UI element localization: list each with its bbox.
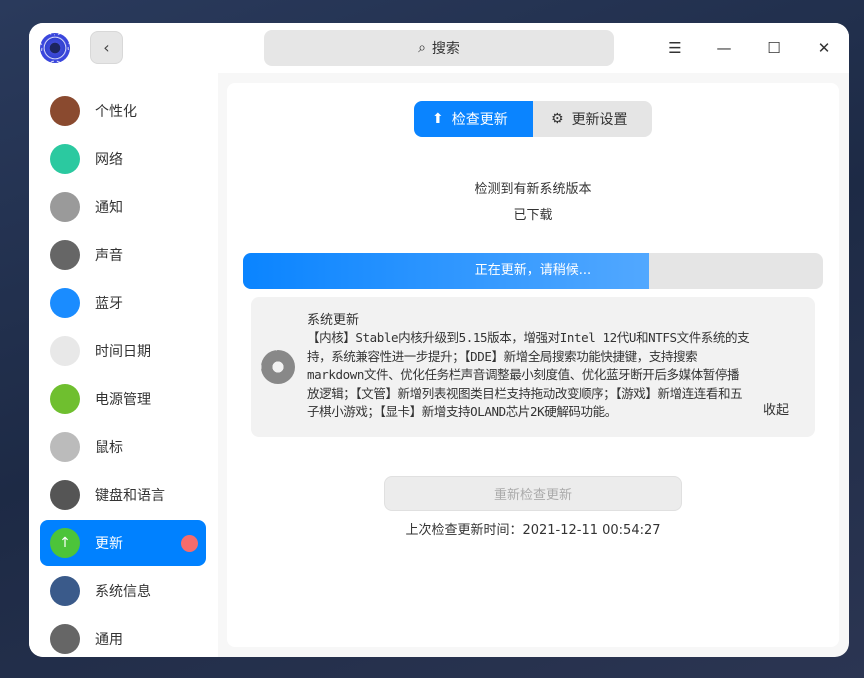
sidebar-item-10[interactable]: 系统信息 xyxy=(40,568,206,614)
update-panel: ⬆ 检查更新 ⚙ 更新设置 检测到有新系统版本 已下载 正在更新，请稍候... 系统… xyxy=(227,83,839,647)
minimize-button[interactable]: — xyxy=(711,35,737,61)
update-badge xyxy=(181,535,198,552)
tab-label: 更新设置 xyxy=(571,112,628,128)
sidebar-item-label: 声音 xyxy=(95,248,123,264)
status-text: 检测到有新系统版本 xyxy=(474,182,592,197)
log-title: 系统更新 xyxy=(307,313,360,328)
sidebar-item-label: 电源管理 xyxy=(95,392,151,408)
sidebar-item-7[interactable]: 鼠标 xyxy=(40,424,206,470)
sidebar-item-8[interactable]: 键盘和语言 xyxy=(40,472,206,518)
sidebar-item-label: 个性化 xyxy=(95,104,137,120)
system-update-gear-icon xyxy=(261,350,295,384)
sidebar-item-label: 系统信息 xyxy=(95,584,151,600)
sidebar-item-11[interactable]: 通用 xyxy=(40,616,206,657)
update-progress-bar: 正在更新，请稍候... xyxy=(243,253,823,289)
general-icon xyxy=(50,624,80,654)
maximize-button[interactable]: ☐ xyxy=(761,35,787,61)
gear-icon: ⚙ xyxy=(551,111,564,127)
sidebar-item-label: 时间日期 xyxy=(95,344,151,360)
search-placeholder: 搜索 xyxy=(431,41,460,57)
battery-icon xyxy=(50,384,80,414)
sidebar-item-6[interactable]: 电源管理 xyxy=(40,376,206,422)
sidebar-item-label: 通用 xyxy=(95,632,123,648)
sidebar: 个性化网络通知声音蓝牙时间日期电源管理鼠标键盘和语言 ↑ 更新系统信息通用 xyxy=(29,73,218,657)
update-log: 系统更新 【内核】Stable内核升级到5.15版本，增强对Intel 12代U… xyxy=(251,297,815,437)
tab-label: 检查更新 xyxy=(451,112,508,128)
system-info-icon xyxy=(50,576,80,606)
close-button[interactable]: ✕ xyxy=(811,35,837,61)
tab-bar: ⬆ 检查更新 ⚙ 更新设置 xyxy=(414,101,652,137)
sidebar-item-4[interactable]: 蓝牙 xyxy=(40,280,206,326)
sidebar-item-1[interactable]: 网络 xyxy=(40,136,206,182)
search-input[interactable]: ⌕ 搜索 xyxy=(264,30,614,66)
search-icon: ⌕ xyxy=(418,40,426,56)
clock-icon xyxy=(50,336,80,366)
mouse-icon xyxy=(50,432,80,462)
download-status: 已下载 xyxy=(513,208,553,223)
log-text: 【内核】Stable内核升级到5.15版本，增强对Intel 12代U和NTFS… xyxy=(307,330,750,419)
keyboard-icon xyxy=(50,480,80,510)
sidebar-item-label: 键盘和语言 xyxy=(95,488,165,504)
titlebar: ‹ ⌕ 搜索 ☰ — ☐ ✕ xyxy=(29,23,849,73)
sidebar-item-2[interactable]: 通知 xyxy=(40,184,206,230)
network-icon xyxy=(50,144,80,174)
sidebar-item-label: 通知 xyxy=(95,200,123,216)
speaker-icon xyxy=(50,240,80,270)
control-center-window: ‹ ⌕ 搜索 ☰ — ☐ ✕ 个性化网络通知声音蓝牙时间日期电源管理鼠标键盘和语… xyxy=(29,23,849,657)
sidebar-item-9[interactable]: ↑ 更新 xyxy=(40,520,206,566)
recheck-button[interactable]: 重新检查更新 xyxy=(384,476,682,511)
back-button[interactable]: ‹ xyxy=(90,31,123,64)
palette-icon xyxy=(50,96,80,126)
sidebar-item-0[interactable]: 个性化 xyxy=(40,88,206,134)
sidebar-item-3[interactable]: 声音 xyxy=(40,232,206,278)
last-check-time: 上次检查更新时间：2021-12-11 00:54:27 xyxy=(405,523,661,538)
arrow-up-icon: ⬆ xyxy=(432,111,444,127)
sidebar-item-label: 更新 xyxy=(95,536,123,552)
update-icon: ↑ xyxy=(50,528,80,558)
progress-label: 正在更新，请稍候... xyxy=(474,263,592,278)
sidebar-item-label: 鼠标 xyxy=(95,440,123,456)
tab-check-update[interactable]: ⬆ 检查更新 xyxy=(414,101,533,137)
sidebar-item-5[interactable]: 时间日期 xyxy=(40,328,206,374)
collapse-link[interactable]: 收起 xyxy=(763,399,789,418)
bluetooth-icon xyxy=(50,288,80,318)
sidebar-item-label: 网络 xyxy=(95,152,123,168)
menu-icon[interactable]: ☰ xyxy=(662,35,688,61)
sidebar-item-label: 蓝牙 xyxy=(95,296,123,312)
app-logo-icon xyxy=(40,33,70,63)
tab-update-settings[interactable]: ⚙ 更新设置 xyxy=(533,101,652,137)
bell-icon xyxy=(50,192,80,222)
